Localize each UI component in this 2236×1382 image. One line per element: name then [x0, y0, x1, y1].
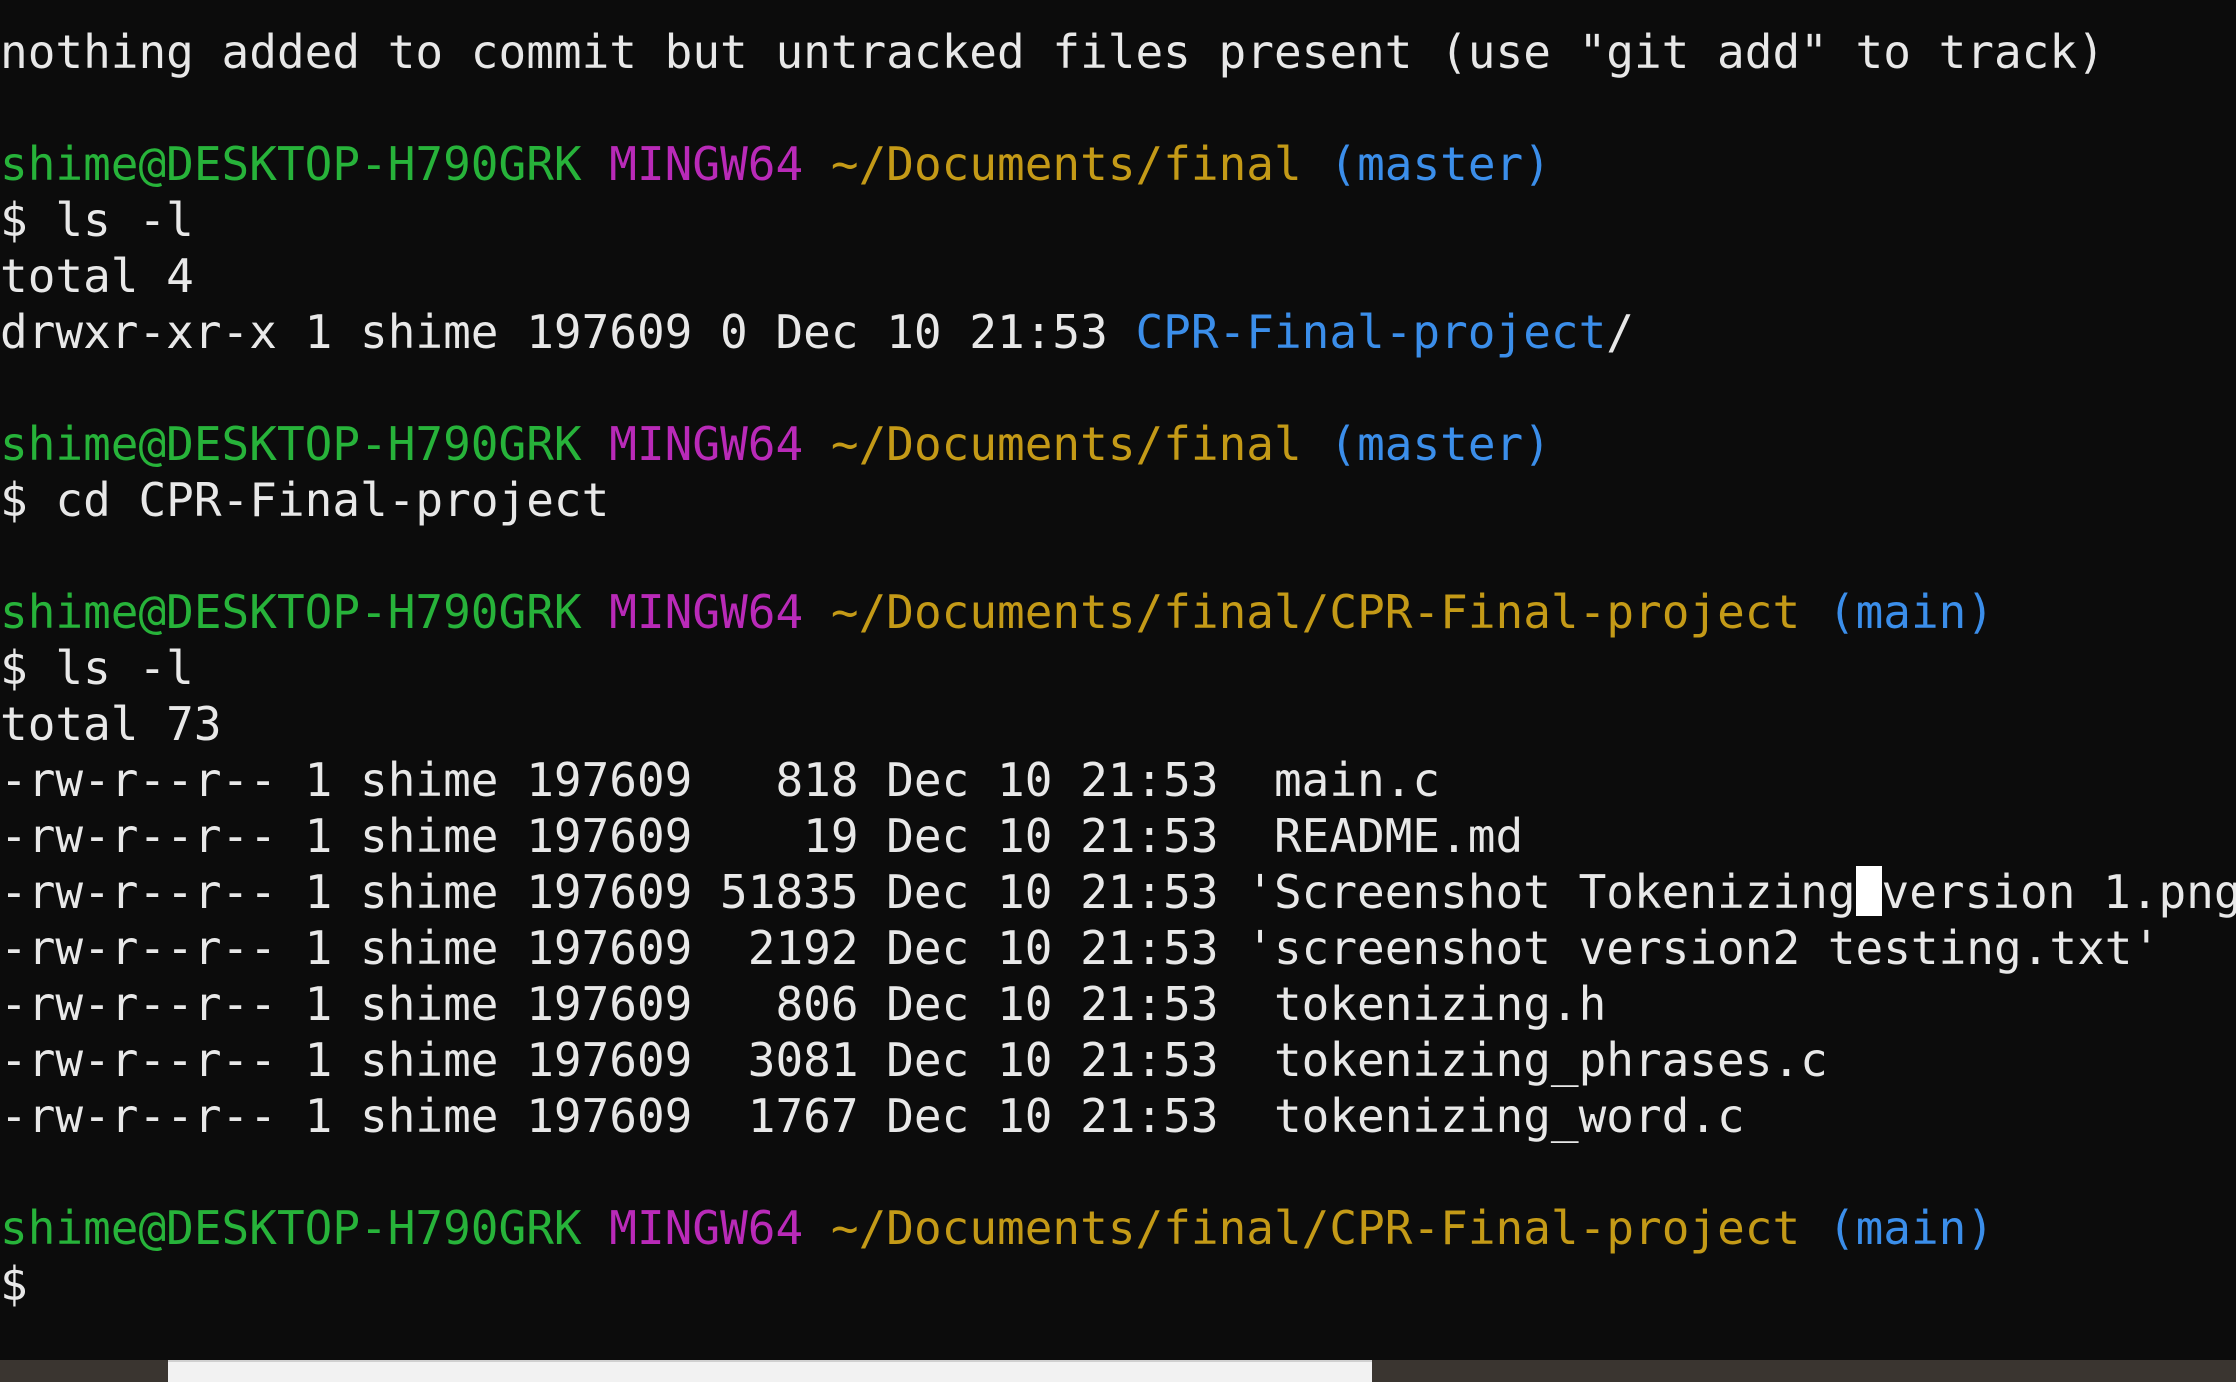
text-cursor — [1855, 866, 1882, 916]
prompt-path: ~/Documents/final — [830, 417, 1302, 471]
command-text: ls -l — [55, 641, 194, 695]
file-row: -rw-r--r-- 1 shime 197609 19 Dec 10 21:5… — [0, 809, 1524, 863]
prompt-symbol: $ — [0, 641, 28, 695]
file-row: -rw-r--r-- 1 shime 197609 818 Dec 10 21:… — [0, 753, 1441, 807]
prompt-user-host: shime@DESKTOP-H790GRK — [0, 417, 582, 471]
terminal-window[interactable]: nothing added to commit but untracked fi… — [0, 0, 2236, 1360]
prompt-branch: (main) — [1827, 1201, 1995, 1255]
prompt-line: shime@DESKTOP-H790GRK MINGW64 ~/Document… — [0, 584, 2236, 640]
prompt-branch: (master) — [1329, 417, 1551, 471]
file-row: -rw-r--r-- 1 shime 197609 51835 Dec 10 2… — [0, 864, 2236, 920]
listing-row: drwxr-xr-x 1 shime 197609 0 Dec 10 21:53… — [0, 304, 2236, 360]
command-line: $ ls -l — [0, 192, 2236, 248]
directory-name: CPR-Final-project — [1135, 305, 1607, 359]
prompt-env: MINGW64 — [609, 1201, 804, 1255]
prompt-path: ~/Documents/final/CPR-Final-project — [830, 1201, 1801, 1255]
prompt-user-host: shime@DESKTOP-H790GRK — [0, 137, 582, 191]
taskbar-window-thumbnail[interactable] — [168, 1360, 1372, 1382]
file-row-text-cont: version 1.png' — [1881, 865, 2236, 919]
output-total: total 4 — [0, 249, 194, 303]
prompt-symbol: $ — [0, 1257, 28, 1311]
prompt-line: shime@DESKTOP-H790GRK MINGW64 ~/Document… — [0, 136, 2236, 192]
output-total: total 73 — [0, 697, 222, 751]
prompt-symbol: $ — [0, 473, 28, 527]
prompt-env: MINGW64 — [609, 417, 804, 471]
command-text: cd CPR-Final-project — [55, 473, 610, 527]
command-text: ls -l — [55, 193, 194, 247]
prompt-symbol: $ — [0, 193, 28, 247]
status-text: nothing added to commit but untracked fi… — [0, 25, 2105, 79]
prompt-user-host: shime@DESKTOP-H790GRK — [0, 585, 582, 639]
command-input-line[interactable]: $ — [0, 1256, 2236, 1312]
file-row: -rw-r--r-- 1 shime 197609 3081 Dec 10 21… — [0, 1033, 1828, 1087]
prompt-branch: (main) — [1827, 585, 1995, 639]
listing-meta: drwxr-xr-x 1 shime 197609 0 Dec 10 21:53 — [0, 305, 1136, 359]
file-row-text: -rw-r--r-- 1 shime 197609 51835 Dec 10 2… — [0, 865, 1856, 919]
command-line: $ cd CPR-Final-project — [0, 472, 2236, 528]
directory-slash: / — [1606, 305, 1634, 359]
prompt-branch: (master) — [1329, 137, 1551, 191]
prompt-path: ~/Documents/final — [830, 137, 1302, 191]
prompt-env: MINGW64 — [609, 137, 804, 191]
prompt-user-host: shime@DESKTOP-H790GRK — [0, 1201, 582, 1255]
git-status-message: nothing added to commit but untracked fi… — [0, 24, 2236, 80]
prompt-line: shime@DESKTOP-H790GRK MINGW64 ~/Document… — [0, 416, 2236, 472]
file-row: -rw-r--r-- 1 shime 197609 1767 Dec 10 21… — [0, 1089, 1745, 1143]
file-row: -rw-r--r-- 1 shime 197609 2192 Dec 10 21… — [0, 921, 2161, 975]
command-line: $ ls -l — [0, 640, 2236, 696]
prompt-env: MINGW64 — [609, 585, 804, 639]
file-row: -rw-r--r-- 1 shime 197609 806 Dec 10 21:… — [0, 977, 1607, 1031]
prompt-path: ~/Documents/final/CPR-Final-project — [830, 585, 1801, 639]
prompt-line: shime@DESKTOP-H790GRK MINGW64 ~/Document… — [0, 1200, 2236, 1256]
